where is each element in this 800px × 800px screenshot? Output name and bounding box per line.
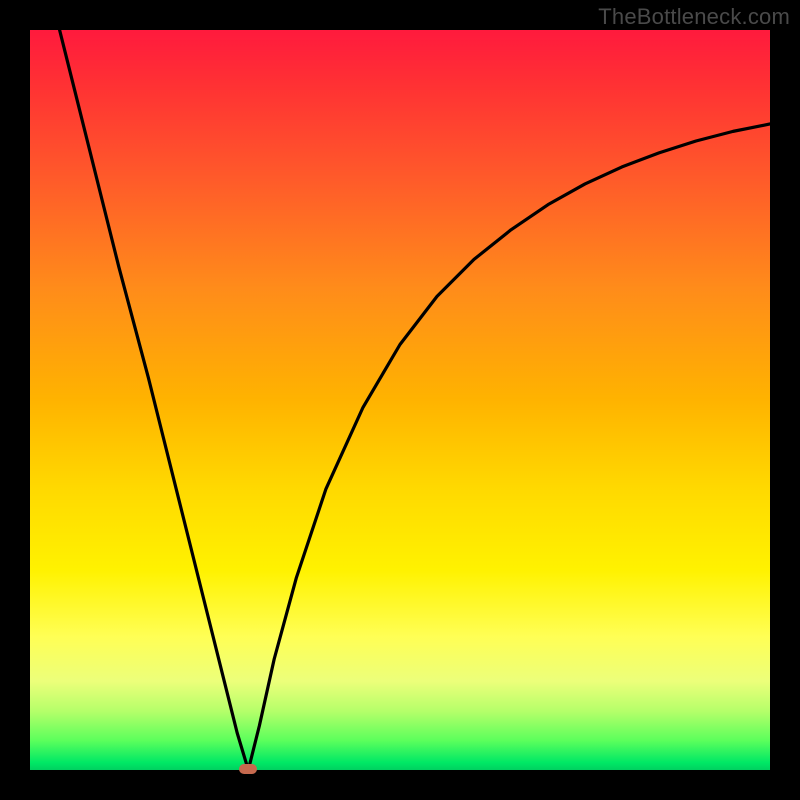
curve-layer xyxy=(30,30,770,770)
watermark-text: TheBottleneck.com xyxy=(598,4,790,30)
minimum-marker xyxy=(239,764,257,774)
plot-area xyxy=(30,30,770,770)
chart-frame: TheBottleneck.com xyxy=(0,0,800,800)
bottleneck-curve xyxy=(60,30,770,770)
